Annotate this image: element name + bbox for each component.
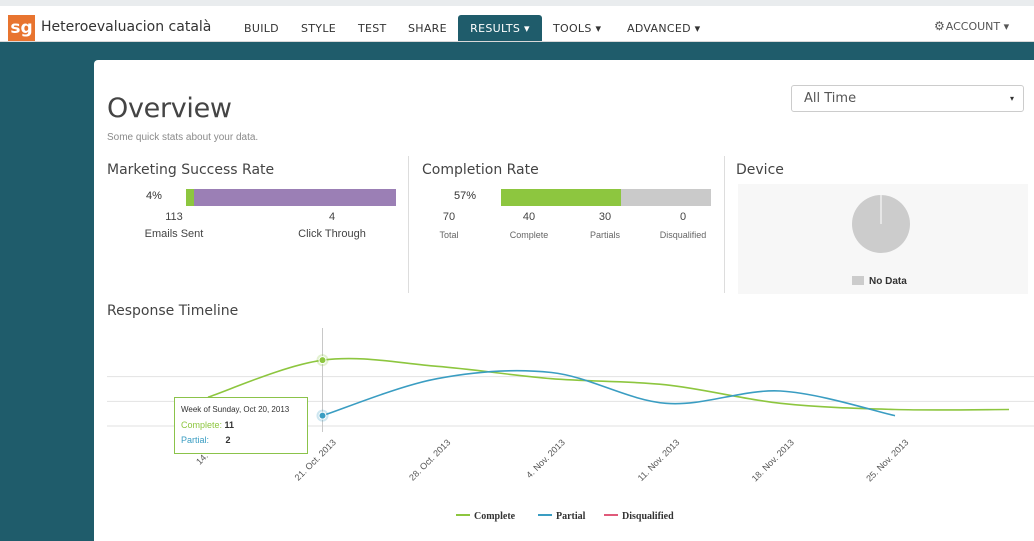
nav-results[interactable]: RESULTS ▾ xyxy=(458,15,542,41)
legend-complete-label: Complete xyxy=(474,511,516,522)
tooltip-partial: Partial: 2 xyxy=(181,435,231,445)
tooltip-partial-value: 2 xyxy=(225,435,231,445)
legend-disqualified-line xyxy=(604,514,618,516)
overview-panel: Overview Some quick stats about your dat… xyxy=(94,60,1034,541)
top-navigation-bar: sg Heteroevaluacion català BUILD STYLE T… xyxy=(0,0,1034,42)
x-tick-label: 18. Nov. 2013 xyxy=(750,437,796,483)
series-line-partial xyxy=(322,369,896,417)
legend-disqualified-label: Disqualified xyxy=(622,511,674,522)
nav-share[interactable]: SHARE xyxy=(408,15,447,41)
account-menu[interactable]: ⚙ACCOUNT ▾ xyxy=(934,19,1009,33)
nav-style[interactable]: STYLE xyxy=(301,15,336,41)
legend-partial-label: Partial xyxy=(556,511,586,522)
account-label: ACCOUNT ▾ xyxy=(945,20,1010,33)
data-point-partial xyxy=(318,411,327,420)
data-point-complete xyxy=(318,356,327,365)
legend-complete-line xyxy=(456,514,470,516)
legend-complete[interactable]: Complete xyxy=(456,511,515,522)
x-tick-label: 4. Nov. 2013 xyxy=(524,437,567,480)
survey-title[interactable]: Heteroevaluacion català xyxy=(41,19,211,35)
x-tick-label: 28. Oct. 2013 xyxy=(407,437,452,482)
response-timeline-chart: 14. Oct.21. Oct. 201328. Oct. 20134. Nov… xyxy=(107,328,1034,484)
nav-tools[interactable]: TOOLS ▾ xyxy=(553,15,601,41)
tooltip-partial-label: Partial: xyxy=(181,435,210,445)
nav-advanced[interactable]: ADVANCED ▾ xyxy=(627,15,701,41)
tooltip-complete-value: 11 xyxy=(224,420,235,430)
tooltip-complete-label: Complete: xyxy=(181,420,223,430)
gear-icon: ⚙ xyxy=(934,19,945,33)
app-logo[interactable]: sg xyxy=(8,15,35,41)
x-tick-label: 11. Nov. 2013 xyxy=(636,437,682,483)
top-strip xyxy=(0,0,1034,6)
legend-partial[interactable]: Partial xyxy=(538,511,585,522)
legend-disqualified[interactable]: Disqualified xyxy=(604,511,674,522)
tooltip-week: Week of Sunday, Oct 20, 2013 xyxy=(181,405,290,414)
legend-partial-line xyxy=(538,514,552,516)
nav-build[interactable]: BUILD xyxy=(244,15,279,41)
x-tick-label: 25. Nov. 2013 xyxy=(864,437,910,483)
chart-tooltip: Week of Sunday, Oct 20, 2013 Complete: 1… xyxy=(174,397,308,454)
nav-test[interactable]: TEST xyxy=(358,15,387,41)
series-line-complete xyxy=(207,357,1010,411)
tooltip-complete: Complete: 11 xyxy=(181,420,234,430)
